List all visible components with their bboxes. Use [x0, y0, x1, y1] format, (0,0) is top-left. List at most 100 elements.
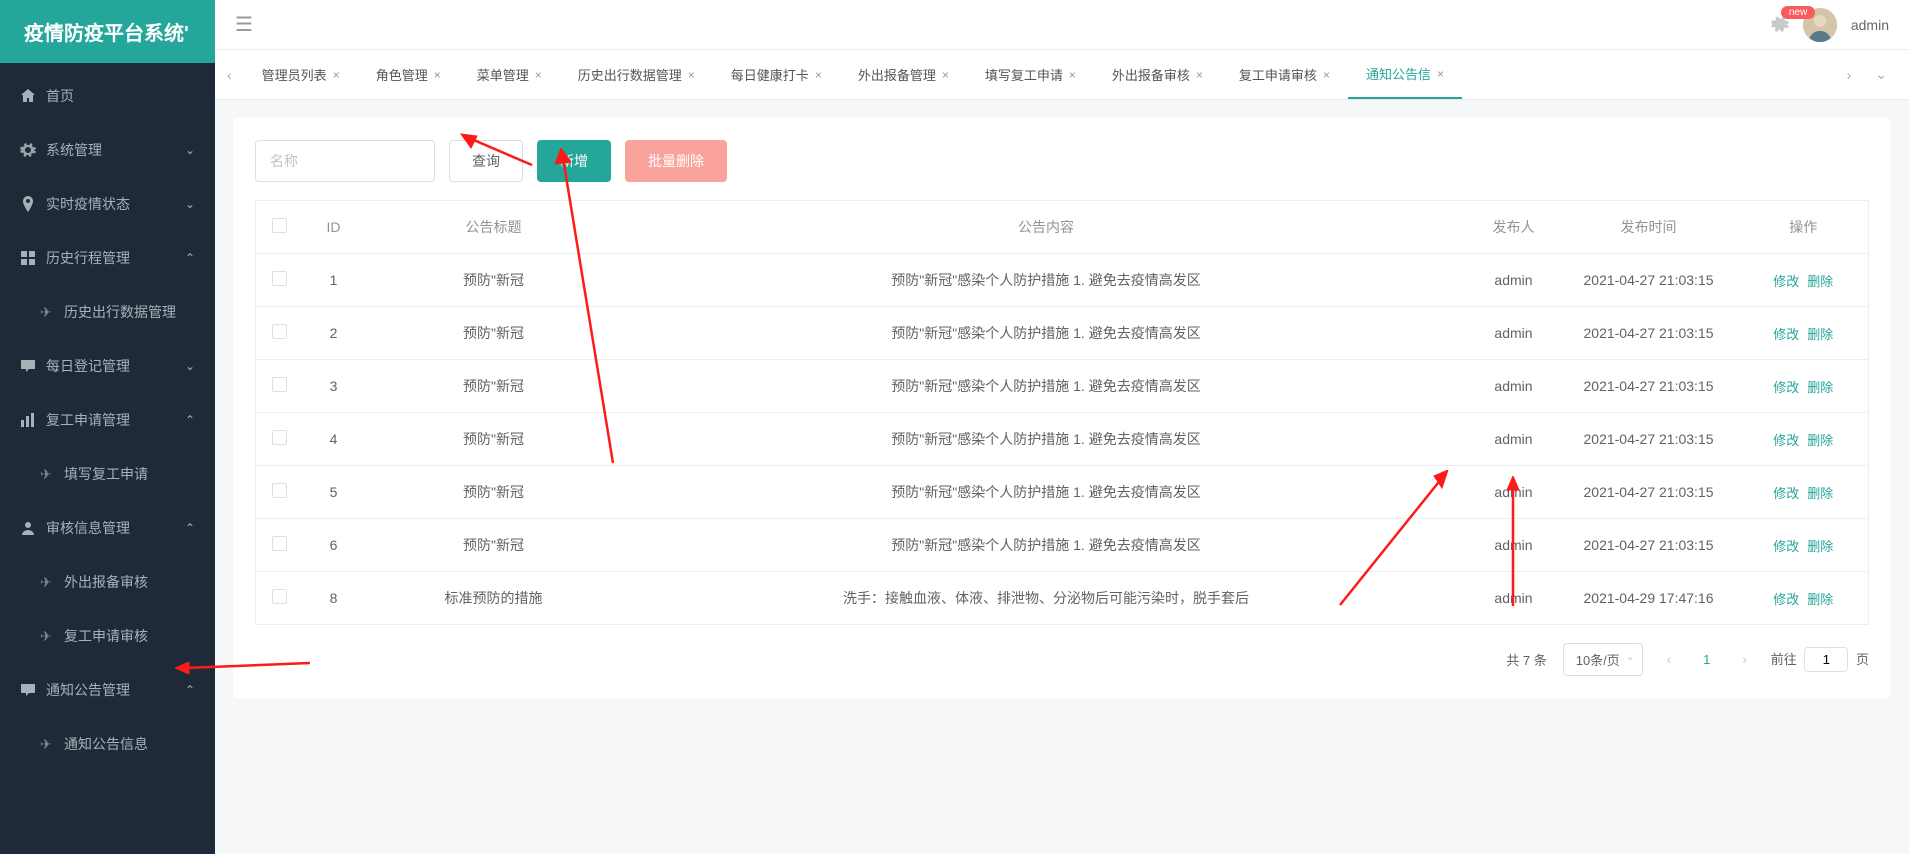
close-icon[interactable]: ×	[1069, 68, 1076, 82]
delete-link[interactable]: 删除	[1807, 380, 1833, 395]
search-input[interactable]	[255, 140, 435, 182]
sidebar-item-audit[interactable]: 审核信息管理 ⌃	[0, 501, 215, 555]
th-content: 公告内容	[624, 201, 1469, 254]
tab-item[interactable]: 通知公告信×	[1348, 50, 1462, 99]
tab-scroll-right[interactable]: ›	[1835, 55, 1864, 95]
tab-label: 外出报备审核	[1112, 65, 1190, 84]
settings-button[interactable]: new	[1771, 14, 1789, 35]
chat-icon	[20, 682, 36, 698]
close-icon[interactable]: ×	[1437, 67, 1444, 81]
table-row: 5预防"新冠预防"新冠"感染个人防护措施 1. 避免去疫情高发区admin202…	[256, 466, 1869, 519]
new-badge: new	[1781, 6, 1815, 19]
sidebar-item-daily[interactable]: 每日登记管理 ⌄	[0, 339, 215, 393]
cell-title: 预防"新冠	[364, 254, 624, 307]
cell-id: 6	[304, 519, 364, 572]
goto-input[interactable]	[1804, 647, 1848, 672]
next-page-button[interactable]: ›	[1734, 648, 1754, 671]
close-icon[interactable]: ×	[333, 68, 340, 82]
delete-link[interactable]: 删除	[1807, 592, 1833, 607]
close-icon[interactable]: ×	[688, 68, 695, 82]
sidebar-item-realtime[interactable]: 实时疫情状态 ⌄	[0, 177, 215, 231]
add-button[interactable]: 新增	[537, 140, 611, 182]
sidebar-subitem-fill-resume[interactable]: ✈ 填写复工申请	[0, 447, 215, 501]
tab-item[interactable]: 每日健康打卡×	[713, 50, 840, 99]
table-row: 6预防"新冠预防"新冠"感染个人防护措施 1. 避免去疫情高发区admin202…	[256, 519, 1869, 572]
close-icon[interactable]: ×	[942, 68, 949, 82]
tab-scroll-left[interactable]: ‹	[215, 55, 244, 95]
grid-icon	[20, 250, 36, 266]
hamburger-icon[interactable]: ☰	[235, 12, 253, 37]
delete-link[interactable]: 删除	[1807, 433, 1833, 448]
delete-link[interactable]: 删除	[1807, 327, 1833, 342]
send-icon: ✈	[40, 574, 54, 591]
tab-item[interactable]: 菜单管理×	[459, 50, 560, 99]
delete-link[interactable]: 删除	[1807, 486, 1833, 501]
edit-link[interactable]: 修改	[1773, 433, 1799, 448]
edit-link[interactable]: 修改	[1773, 486, 1799, 501]
tab-item[interactable]: 管理员列表×	[244, 50, 358, 99]
edit-link[interactable]: 修改	[1773, 274, 1799, 289]
send-icon: ✈	[40, 466, 54, 483]
goto-label: 前往 页	[1771, 647, 1869, 672]
cell-publisher: admin	[1469, 360, 1559, 413]
close-icon[interactable]: ×	[1323, 68, 1330, 82]
prev-page-button[interactable]: ‹	[1659, 648, 1679, 671]
query-button[interactable]: 查询	[449, 140, 523, 182]
sidebar-subitem-label: 历史出行数据管理	[64, 302, 176, 322]
send-icon: ✈	[40, 736, 54, 753]
delete-link[interactable]: 删除	[1807, 274, 1833, 289]
sidebar-item-resume[interactable]: 复工申请管理 ⌃	[0, 393, 215, 447]
tab-item[interactable]: 外出报备管理×	[840, 50, 967, 99]
select-all-checkbox[interactable]	[272, 218, 287, 233]
cell-id: 8	[304, 572, 364, 625]
notice-table: ID 公告标题 公告内容 发布人 发布时间 操作 1预防"新冠预防"新冠"感染个…	[255, 200, 1869, 625]
sidebar-subitem-out-audit[interactable]: ✈ 外出报备审核	[0, 555, 215, 609]
username[interactable]: admin	[1851, 17, 1889, 33]
edit-link[interactable]: 修改	[1773, 592, 1799, 607]
close-icon[interactable]: ×	[1196, 68, 1203, 82]
row-checkbox[interactable]	[272, 271, 287, 286]
row-checkbox[interactable]	[272, 536, 287, 551]
sidebar-item-home[interactable]: 首页	[0, 69, 215, 123]
sidebar-item-history[interactable]: 历史行程管理 ⌃	[0, 231, 215, 285]
close-icon[interactable]: ×	[434, 68, 441, 82]
sidebar-item-system[interactable]: 系统管理 ⌄	[0, 123, 215, 177]
cell-content: 预防"新冠"感染个人防护措施 1. 避免去疫情高发区	[624, 519, 1469, 572]
close-icon[interactable]: ×	[535, 68, 542, 82]
app-title: 疫情防疫平台系统'	[0, 0, 215, 63]
delete-link[interactable]: 删除	[1807, 539, 1833, 554]
page-size-select[interactable]: 10条/页 ⌄	[1563, 643, 1643, 676]
cell-content: 预防"新冠"感染个人防护措施 1. 避免去疫情高发区	[624, 413, 1469, 466]
row-checkbox[interactable]	[272, 483, 287, 498]
cell-id: 4	[304, 413, 364, 466]
edit-link[interactable]: 修改	[1773, 380, 1799, 395]
sidebar-subitem-history-data[interactable]: ✈ 历史出行数据管理	[0, 285, 215, 339]
sidebar-subitem-notice-info[interactable]: ✈ 通知公告信息	[0, 717, 215, 771]
row-checkbox[interactable]	[272, 324, 287, 339]
edit-link[interactable]: 修改	[1773, 539, 1799, 554]
tabs-dropdown[interactable]: ⌄	[1863, 54, 1899, 95]
header: ☰ new admin	[215, 0, 1909, 50]
cell-publisher: admin	[1469, 572, 1559, 625]
batch-delete-button[interactable]: 批量删除	[625, 140, 727, 182]
cell-publisher: admin	[1469, 254, 1559, 307]
row-checkbox[interactable]	[272, 430, 287, 445]
th-title: 公告标题	[364, 201, 624, 254]
row-checkbox[interactable]	[272, 377, 287, 392]
sidebar-subitem-resume-audit[interactable]: ✈ 复工申请审核	[0, 609, 215, 663]
sidebar-item-notice[interactable]: 通知公告管理 ⌃	[0, 663, 215, 717]
row-checkbox[interactable]	[272, 589, 287, 604]
tab-item[interactable]: 历史出行数据管理 ×	[560, 50, 713, 99]
tab-item[interactable]: 角色管理×	[358, 50, 459, 99]
tab-label: 历史出行数据管理	[578, 65, 682, 84]
table-row: 2预防"新冠预防"新冠"感染个人防护措施 1. 避免去疫情高发区admin202…	[256, 307, 1869, 360]
tab-item[interactable]: 外出报备审核 ×	[1094, 50, 1221, 99]
close-icon[interactable]: ×	[815, 68, 822, 82]
page-number[interactable]: 1	[1695, 648, 1718, 671]
edit-link[interactable]: 修改	[1773, 327, 1799, 342]
cell-content: 预防"新冠"感染个人防护措施 1. 避免去疫情高发区	[624, 466, 1469, 519]
total-text: 共 7 条	[1506, 650, 1546, 669]
cell-title: 预防"新冠	[364, 413, 624, 466]
tab-item[interactable]: 填写复工申请×	[967, 50, 1094, 99]
tab-item[interactable]: 复工申请审核×	[1221, 50, 1348, 99]
